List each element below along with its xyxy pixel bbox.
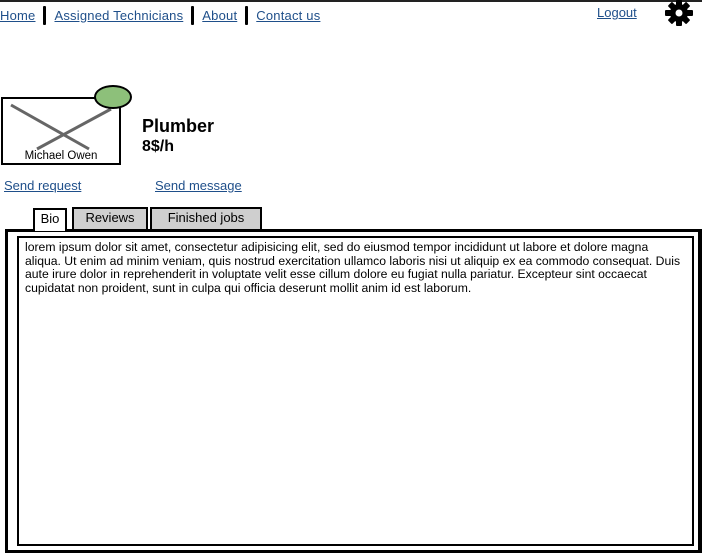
nav-separator: [191, 5, 195, 25]
status-indicator: [94, 85, 132, 109]
tab-finished-jobs[interactable]: Finished jobs: [150, 207, 262, 229]
send-message-link[interactable]: Send message: [155, 178, 242, 193]
bio-text: lorem ipsum dolor sit amet, consectetur …: [25, 240, 681, 295]
profession-label: Plumber: [142, 116, 215, 136]
logout-link[interactable]: Logout: [597, 5, 637, 20]
send-request-link[interactable]: Send request: [4, 178, 81, 193]
nav-separator: [43, 5, 47, 25]
tab-reviews[interactable]: Reviews: [72, 207, 148, 229]
top-nav: Home Assigned Technicians About Contact …: [0, 4, 320, 26]
tab-panel: lorem ipsum dolor sit amet, consectetur …: [5, 229, 702, 553]
top-border: [0, 0, 702, 2]
nav-separator: [245, 5, 249, 25]
hourly-rate: 8$/h: [142, 138, 175, 155]
tab-bio[interactable]: Bio: [33, 208, 67, 231]
nav-assigned-technicians-link[interactable]: Assigned Technicians: [54, 8, 183, 23]
nav-contact-link[interactable]: Contact us: [256, 8, 320, 23]
gear-icon[interactable]: [664, 0, 694, 26]
bio-textarea[interactable]: lorem ipsum dolor sit amet, consectetur …: [17, 236, 694, 546]
technician-name: Michael Owen: [24, 150, 98, 162]
nav-about-link[interactable]: About: [202, 8, 237, 23]
nav-home-link[interactable]: Home: [0, 8, 35, 23]
